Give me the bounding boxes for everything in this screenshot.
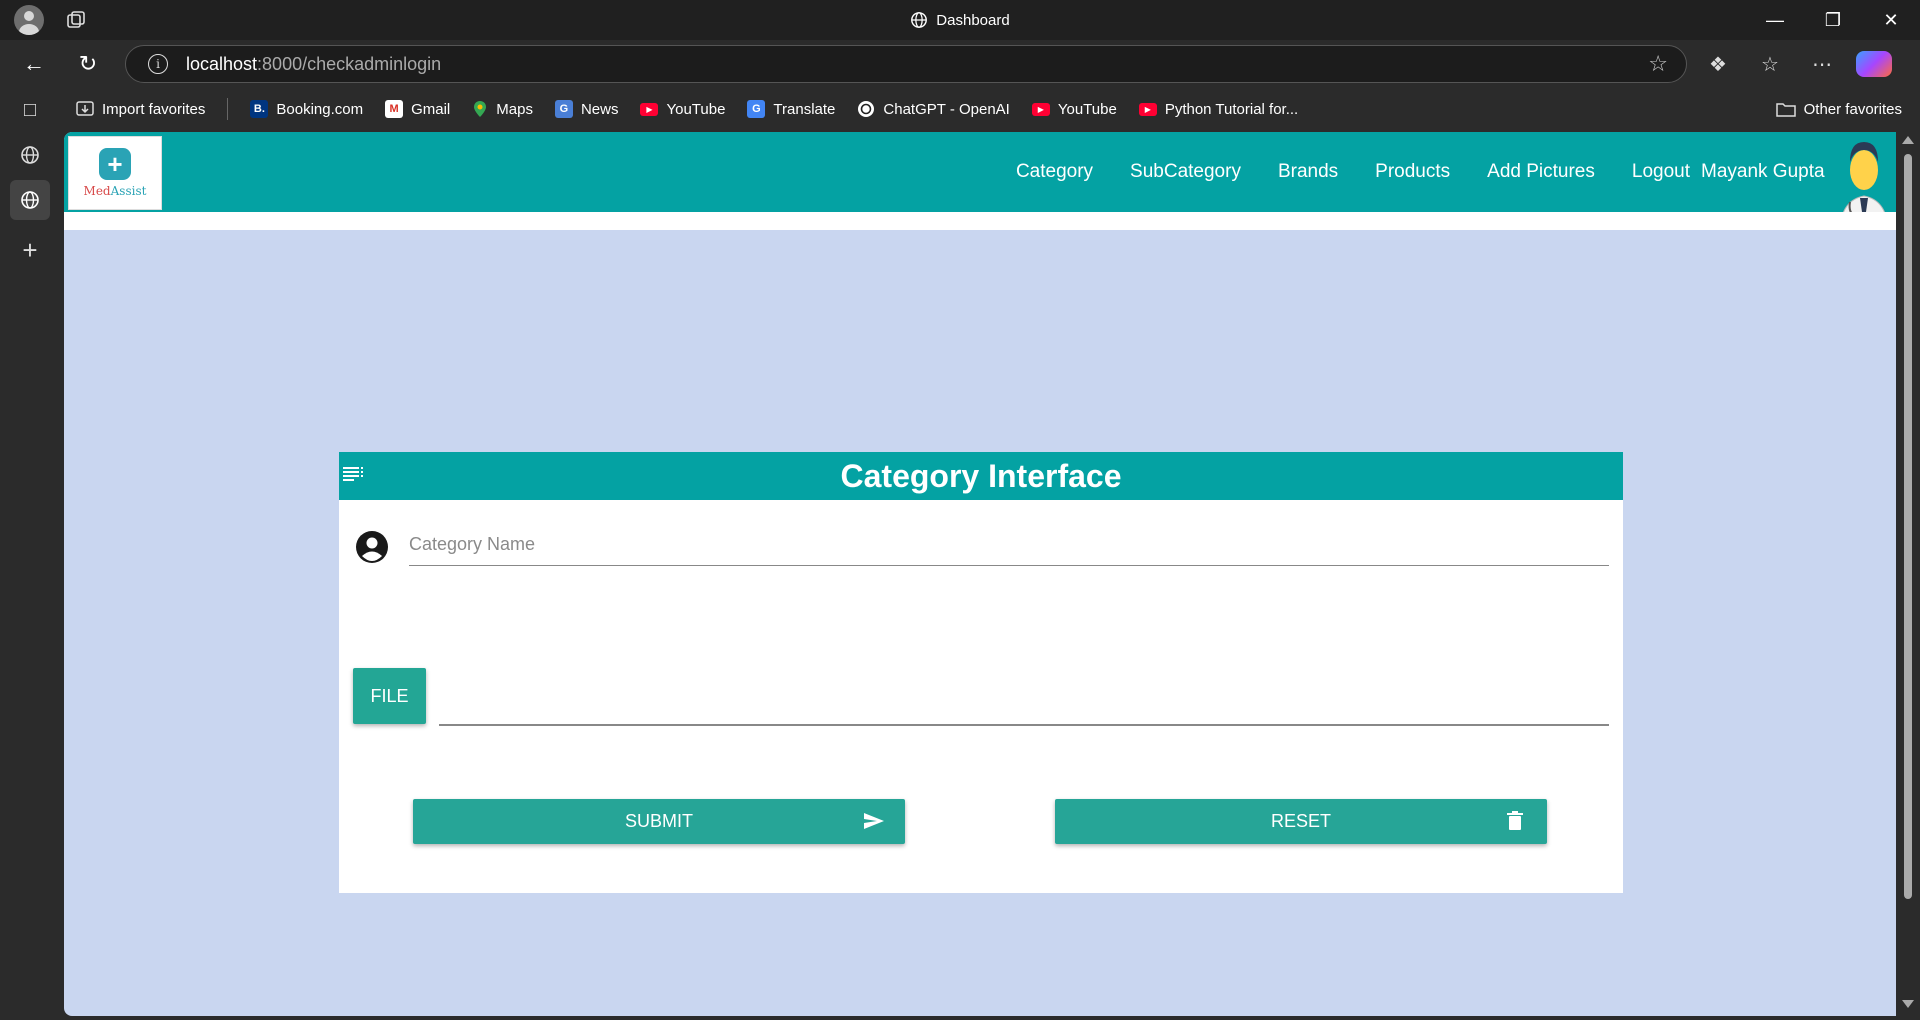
favorite-import[interactable]: Import favorites xyxy=(76,100,205,118)
category-form-card: Category Interface FILE SUBMIT RESET xyxy=(339,452,1623,893)
extensions-icon[interactable]: ❖ xyxy=(1700,52,1736,77)
favorite-translate[interactable]: G Translate xyxy=(747,100,835,118)
tab-list-icon[interactable]: □ xyxy=(10,90,50,130)
delete-icon xyxy=(1507,811,1523,830)
youtube-icon: ▶ xyxy=(640,102,659,116)
restore-icon[interactable]: ❐ xyxy=(1804,0,1862,40)
page-viewport: + MedAssist Category SubCategory Brands … xyxy=(64,132,1902,1016)
minimize-icon[interactable]: — xyxy=(1746,0,1804,40)
translate-icon: G xyxy=(747,100,766,118)
url-text[interactable]: localhost:8000/checkadminlogin xyxy=(186,54,441,75)
refresh-icon[interactable]: ↻ xyxy=(64,44,112,84)
form-title: Category Interface xyxy=(840,458,1122,494)
star-icon[interactable]: ☆ xyxy=(1648,51,1668,77)
menu-add-pictures[interactable]: Add Pictures xyxy=(1487,161,1595,183)
news-icon: G xyxy=(554,100,573,118)
medassist-logo[interactable]: + MedAssist xyxy=(68,136,162,210)
category-name-input[interactable] xyxy=(409,524,1609,566)
active-globe-tab-icon[interactable] xyxy=(10,180,50,220)
more-options-icon[interactable]: ⋯ xyxy=(1804,52,1840,77)
gmail-icon: M xyxy=(385,100,404,118)
favorites-icon[interactable]: ☆ xyxy=(1752,52,1788,77)
medical-plus-icon: + xyxy=(99,148,131,180)
profile-avatar[interactable] xyxy=(14,5,44,35)
close-icon[interactable]: ✕ xyxy=(1862,0,1920,40)
menu-brands[interactable]: Brands xyxy=(1278,161,1338,183)
vertical-scrollbar[interactable] xyxy=(1896,132,1920,1016)
address-bar[interactable]: i localhost:8000/checkadminlogin ☆ xyxy=(125,45,1687,83)
favorites-bar: Import favorites B. Booking.com M Gmail Ma… xyxy=(0,88,1920,130)
youtube-icon: ▶ xyxy=(1031,102,1050,116)
folder-icon xyxy=(1775,103,1796,117)
globe-tab-icon[interactable] xyxy=(10,135,50,175)
favorite-gmail[interactable]: M Gmail xyxy=(385,100,450,118)
file-upload-button[interactable]: FILE xyxy=(353,668,426,724)
favorite-maps[interactable]: Maps xyxy=(472,100,533,118)
scrollbar-thumb[interactable] xyxy=(1904,154,1912,899)
browser-sidebar: □ + xyxy=(0,88,62,1020)
favorite-chatgpt[interactable]: ChatGPT - OpenAI xyxy=(857,100,1010,118)
scroll-down-icon[interactable] xyxy=(1902,1000,1914,1008)
favorite-news[interactable]: G News xyxy=(554,100,618,118)
user-name: Mayank Gupta xyxy=(1701,161,1825,182)
menu-subcategory[interactable]: SubCategory xyxy=(1130,161,1241,183)
file-name-field[interactable] xyxy=(439,724,1609,726)
account-circle-icon xyxy=(356,531,388,563)
submit-button[interactable]: SUBMIT xyxy=(413,799,905,844)
send-icon xyxy=(864,813,884,829)
reset-label: RESET xyxy=(1270,811,1331,831)
maps-icon xyxy=(474,101,487,117)
header-underline xyxy=(64,212,1902,230)
menu-products[interactable]: Products xyxy=(1375,161,1450,183)
main-menu: Category SubCategory Brands Products Add… xyxy=(1016,132,1690,212)
scroll-up-icon[interactable] xyxy=(1902,136,1914,144)
favorite-booking[interactable]: B. Booking.com xyxy=(250,100,363,118)
favorite-youtube[interactable]: ▶ YouTube xyxy=(640,101,725,118)
favorite-python-tutorial[interactable]: ▶ Python Tutorial for... xyxy=(1138,101,1298,118)
new-tab-plus-icon[interactable]: + xyxy=(10,230,50,270)
menu-logout[interactable]: Logout xyxy=(1632,161,1690,183)
navigation-bar: ← ↻ i localhost:8000/checkadminlogin ☆ ❖… xyxy=(0,40,1920,88)
back-arrow-icon[interactable]: ← xyxy=(10,44,58,84)
app-header: + MedAssist Category SubCategory Brands … xyxy=(64,132,1902,228)
favorite-youtube-2[interactable]: ▶ YouTube xyxy=(1031,101,1117,118)
globe-icon xyxy=(911,12,928,28)
tab-actions-icon[interactable] xyxy=(66,10,86,30)
tab-title: Dashboard xyxy=(936,11,1010,29)
youtube-icon: ▶ xyxy=(1138,102,1157,116)
reset-button[interactable]: RESET xyxy=(1055,799,1547,844)
menu-category[interactable]: Category xyxy=(1016,161,1093,183)
favorites-divider xyxy=(227,98,229,120)
title-bar: Dashboard — ❐ ✕ xyxy=(0,0,1920,40)
chatgpt-icon xyxy=(858,101,875,117)
import-icon xyxy=(76,101,94,116)
window-title: Dashboard xyxy=(0,11,1920,29)
copilot-icon[interactable] xyxy=(1856,51,1892,77)
other-favorites[interactable]: Other favorites xyxy=(1775,88,1902,130)
submit-label: SUBMIT xyxy=(624,811,693,831)
site-info-icon[interactable]: i xyxy=(148,54,168,74)
booking-icon: B. xyxy=(250,100,269,118)
card-header: Category Interface xyxy=(339,452,1623,500)
